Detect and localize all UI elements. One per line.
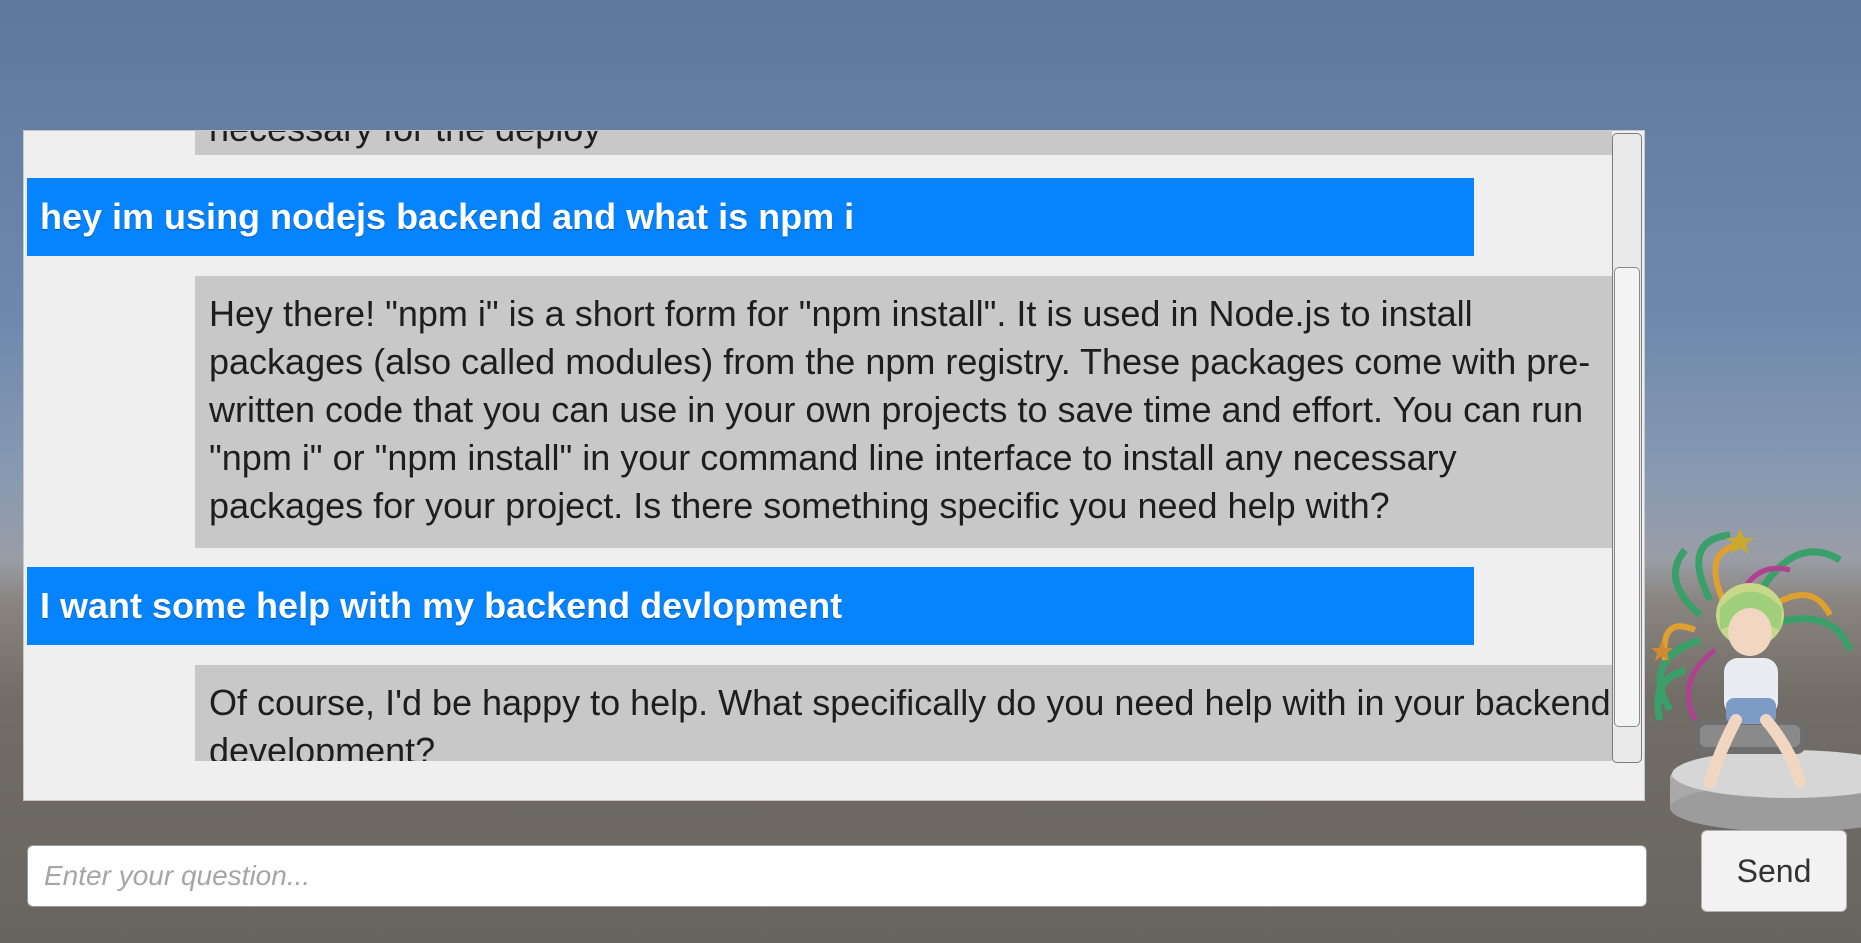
chat-scroll-view[interactable]: necessary for the deploy hey im using no… xyxy=(24,131,1612,761)
user-message-text: hey im using nodejs backend and what is … xyxy=(40,196,855,237)
assistant-message-text: Hey there! "npm i" is a short form for "… xyxy=(209,293,1591,526)
assistant-message-text: Of course, I'd be happy to help. What sp… xyxy=(209,682,1611,761)
user-message-text: I want some help with my backend devlopm… xyxy=(40,585,843,626)
assistant-message: necessary for the deploy xyxy=(195,131,1612,155)
user-message: hey im using nodejs backend and what is … xyxy=(27,178,1474,256)
send-button[interactable]: Send xyxy=(1701,830,1847,912)
question-input-box[interactable] xyxy=(27,845,1647,907)
scrollbar-thumb[interactable] xyxy=(1614,267,1640,727)
assistant-message-text: necessary for the deploy xyxy=(209,131,601,149)
character-figure xyxy=(1651,528,1861,832)
assistant-message: Hey there! "npm i" is a short form for "… xyxy=(195,276,1612,548)
chat-scrollbar[interactable] xyxy=(1612,133,1642,763)
assistant-message: Of course, I'd be happy to help. What sp… xyxy=(195,665,1612,761)
user-message: I want some help with my backend devlopm… xyxy=(27,567,1474,645)
chat-history-panel[interactable]: necessary for the deploy hey im using no… xyxy=(23,130,1645,801)
question-input[interactable] xyxy=(28,846,1646,906)
